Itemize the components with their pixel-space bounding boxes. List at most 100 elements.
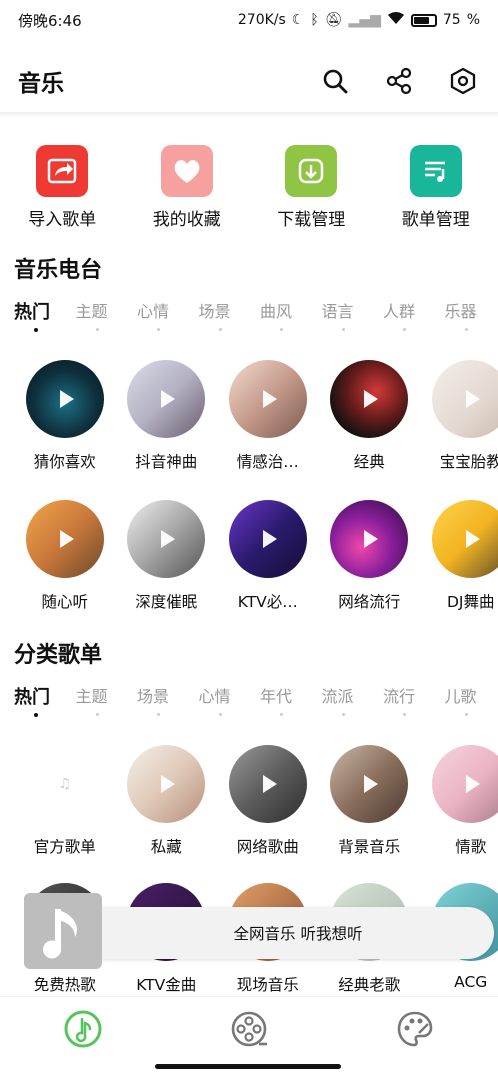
nav-theme[interactable] (395, 1009, 435, 1049)
category-section-title: 分类歌单 (14, 643, 103, 668)
play-icon (161, 530, 176, 548)
radio-item[interactable]: 猜你喜欢 (14, 360, 116, 472)
bluetooth-icon: ᛒ (310, 12, 319, 28)
radio-cover (25, 500, 104, 578)
radio-tab[interactable]: 心情 (137, 298, 199, 338)
radio-item[interactable]: 宝宝胎教 (420, 360, 498, 472)
category-item[interactable]: 私藏 (116, 745, 218, 857)
quick-action-download[interactable]: 下载管理 (251, 145, 371, 230)
quick-action-label: 导入歌单 (28, 210, 97, 230)
radio-item[interactable]: 抖音神曲 (116, 360, 218, 472)
mini-player-text: 全网音乐 听我想听 (233, 925, 363, 943)
play-icon (465, 530, 480, 548)
category-tab[interactable]: 热门 (14, 683, 76, 723)
app-bar: 音乐 (0, 52, 498, 110)
settings-icon[interactable] (446, 64, 480, 98)
search-icon[interactable] (318, 64, 352, 98)
radio-item-label: 宝宝胎教 (439, 453, 498, 471)
radio-item-label: 经典 (353, 453, 385, 471)
category-item-label: 经典老歌 (338, 976, 401, 994)
radio-tab[interactable]: 热门 (14, 298, 76, 338)
category-tab[interactable]: 心情 (199, 683, 261, 723)
category-cover (330, 745, 409, 823)
radio-tab[interactable]: 场景 (199, 298, 261, 338)
quick-action-import[interactable]: 导入歌单 (2, 145, 122, 230)
radio-item-label: 网络流行 (338, 593, 401, 611)
radio-grid: 猜你喜欢 抖音神曲 情感治… 经典 宝宝胎教 随心听 深度催眠 KTV必… 网络… (0, 360, 498, 612)
radio-item[interactable]: 随心听 (14, 500, 116, 612)
play-icon (364, 775, 379, 793)
radio-tab[interactable]: 主题 (76, 298, 138, 338)
play-icon (161, 775, 176, 793)
radio-cover (127, 500, 206, 578)
category-tab[interactable]: 年代 (260, 683, 322, 723)
quick-action-label: 下载管理 (277, 210, 346, 230)
category-item-label: 免费热歌 (33, 976, 96, 994)
category-row: ♫ 官方歌单 私藏 网络歌曲 背景音乐 情歌 (0, 745, 498, 857)
radio-item-label: 深度催眠 (135, 593, 198, 611)
mini-player-bar[interactable]: 全网音乐 听我想听 (82, 907, 494, 959)
play-icon (59, 390, 74, 408)
official-logo-icon: ♫ (58, 776, 72, 792)
radio-item-label: 猜你喜欢 (33, 453, 96, 471)
category-item-label: 网络歌曲 (236, 838, 299, 856)
radio-row: 随心听 深度催眠 KTV必… 网络流行 DJ舞曲 (0, 500, 498, 612)
category-item-label: 情歌 (455, 838, 487, 856)
status-icons: 270K/s ☾ ᛒ 🔕︎ ▂▄▆ 75% (237, 11, 480, 28)
category-tab[interactable]: 流派 (322, 683, 384, 723)
play-icon (59, 530, 74, 548)
mini-player-cover[interactable] (24, 893, 102, 969)
radio-item[interactable]: 情感治… (217, 360, 319, 472)
music-note-icon (64, 1010, 102, 1048)
radio-item-label: KTV必… (237, 593, 298, 611)
radio-cover (127, 360, 206, 438)
film-reel-icon (231, 1011, 267, 1047)
status-time: 傍晚6:46 (18, 11, 82, 30)
category-item[interactable]: ♫ 官方歌单 (14, 745, 116, 857)
nav-music[interactable] (63, 1009, 103, 1049)
mute-icon: 🔕︎ (324, 12, 343, 28)
nav-video[interactable] (229, 1009, 269, 1049)
category-tab[interactable]: 儿歌 (445, 683, 498, 723)
download-icon (285, 145, 338, 197)
quick-action-favorites[interactable]: 我的收藏 (127, 145, 247, 230)
radio-row: 猜你喜欢 抖音神曲 情感治… 经典 宝宝胎教 (0, 360, 498, 472)
category-item[interactable]: 背景音乐 (319, 745, 421, 857)
import-icon (36, 145, 89, 197)
radio-cover (431, 360, 498, 438)
page-title: 音乐 (18, 71, 64, 97)
play-icon (262, 390, 277, 408)
category-cover (228, 745, 307, 823)
mini-player[interactable]: 全网音乐 听我想听 (24, 893, 494, 969)
radio-tab[interactable]: 乐器 (445, 298, 498, 338)
category-tabs: 热门 主题 场景 心情 年代 流派 流行 儿歌 (0, 683, 498, 723)
category-tab[interactable]: 主题 (76, 683, 138, 723)
quick-action-label: 歌单管理 (401, 210, 470, 230)
radio-item[interactable]: KTV必… (217, 500, 319, 612)
radio-item-label: 随心听 (41, 593, 88, 611)
category-item-label: 背景音乐 (338, 838, 401, 856)
radio-tab[interactable]: 人群 (383, 298, 445, 338)
radio-tab[interactable]: 语言 (322, 298, 384, 338)
play-icon (262, 530, 277, 548)
heart-icon (160, 145, 213, 197)
category-cover (127, 745, 206, 823)
radio-tab[interactable]: 曲风 (260, 298, 322, 338)
category-tab[interactable]: 场景 (137, 683, 199, 723)
radio-item[interactable]: 深度催眠 (116, 500, 218, 612)
play-icon (364, 530, 379, 548)
category-cover: ♫ (25, 745, 104, 823)
category-item[interactable]: 网络歌曲 (217, 745, 319, 857)
share-icon[interactable] (382, 64, 416, 98)
category-cover (431, 745, 498, 823)
category-item[interactable]: 情歌 (420, 745, 498, 857)
radio-cover (330, 500, 409, 578)
radio-cover (330, 360, 409, 438)
quick-actions: 导入歌单 我的收藏 下载管理 歌单管理 (0, 145, 498, 230)
radio-item[interactable]: DJ舞曲 (420, 500, 498, 612)
category-tab[interactable]: 流行 (383, 683, 445, 723)
radio-item[interactable]: 网络流行 (319, 500, 421, 612)
quick-action-playlist[interactable]: 歌单管理 (376, 145, 496, 230)
quick-action-label: 我的收藏 (152, 210, 221, 230)
radio-item[interactable]: 经典 (319, 360, 421, 472)
